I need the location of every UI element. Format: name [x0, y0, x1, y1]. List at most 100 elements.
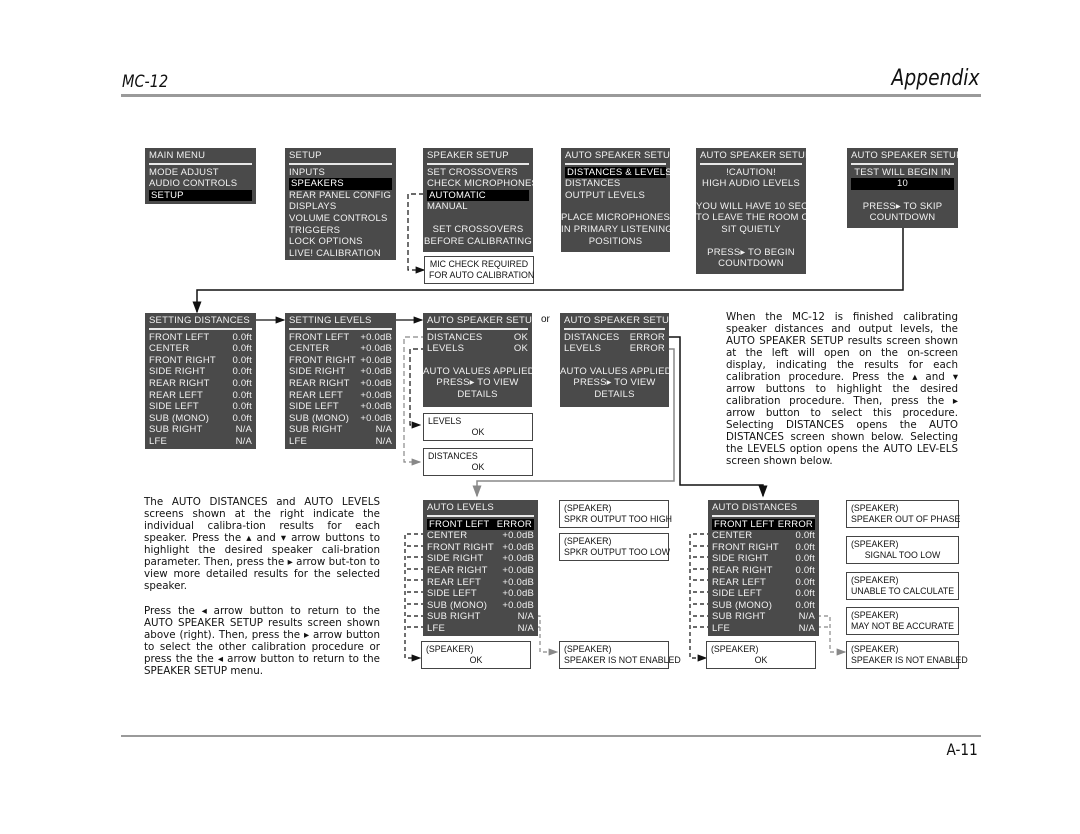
message-distances-speaker-ok: (SPEAKER) OK	[706, 641, 816, 669]
caution-line: HIGH AUDIO LEVELS	[702, 178, 800, 190]
speaker-row[interactable]: SUB RIGHT N/A	[285, 424, 396, 436]
menu-item-inputs[interactable]: INPUTS	[285, 167, 396, 179]
speaker-row[interactable]: SUB (MONO) +0.0dB	[285, 413, 396, 425]
result-row-levels[interactable]: LEVELS OK	[423, 343, 532, 355]
countdown-label: TEST WILL BEGIN IN	[854, 166, 951, 178]
title-rule	[289, 162, 392, 165]
result-value: ERROR	[629, 331, 665, 343]
speaker-row[interactable]: SIDE RIGHT +0.0dB	[285, 366, 396, 378]
speaker-name: REAR RIGHT	[149, 377, 210, 389]
menu-item-output-levels[interactable]: OUTPUT LEVELS	[561, 190, 670, 202]
result-row-levels[interactable]: LEVELS ERROR	[560, 343, 669, 355]
menu-item-rear-panel-config[interactable]: REAR PANEL CONFIG	[285, 190, 396, 202]
menu-item-mode-adjust[interactable]: MODE ADJUST	[145, 167, 256, 179]
menu-item-audio-controls[interactable]: AUDIO CONTROLS	[145, 178, 256, 190]
menu-item-triggers[interactable]: TRIGGERS	[285, 225, 396, 237]
speaker-name: FRONT LEFT	[429, 518, 490, 530]
speaker-row[interactable]: FRONT LEFT 0.0ft	[145, 332, 256, 344]
screen-auto-setup-select: AUTO SPEAKER SETUP DISTANCES & LEVELS DI…	[561, 148, 670, 252]
speaker-row[interactable]: SIDE RIGHT +0.0dB	[423, 553, 538, 565]
speaker-row[interactable]: REAR LEFT 0.0ft	[708, 577, 819, 589]
menu-item-automatic[interactable]: AUTOMATIC	[427, 189, 529, 202]
speaker-row[interactable]: FRONT LEFT +0.0dB	[285, 332, 396, 344]
speaker-value: +0.0dB	[360, 389, 392, 401]
result-name: LEVELS	[427, 343, 465, 355]
speaker-value: 0.0ft	[232, 354, 252, 366]
menu-item-displays[interactable]: DISPLAYS	[285, 201, 396, 213]
speaker-row[interactable]: SUB (MONO) 0.0ft	[145, 413, 256, 425]
speaker-row[interactable]: CENTER 0.0ft	[145, 343, 256, 355]
menu-item-volume-controls[interactable]: VOLUME CONTROLS	[285, 213, 396, 225]
speaker-value: 0.0ft	[232, 343, 252, 355]
speaker-rows: FRONT LEFT 0.0ft CENTER 0.0ft FRONT RIGHT 0.0…	[145, 332, 256, 448]
speaker-name: LFE	[149, 435, 168, 447]
speaker-row[interactable]: SIDE LEFT 0.0ft	[145, 401, 256, 413]
speaker-row[interactable]: SIDE LEFT 0.0ft	[708, 588, 819, 600]
speaker-row[interactable]: LFE N/A	[423, 623, 538, 635]
speaker-row[interactable]: REAR RIGHT +0.0dB	[423, 565, 538, 577]
speaker-row[interactable]: SUB (MONO) +0.0dB	[423, 600, 538, 612]
message-line: OK	[469, 655, 483, 665]
speaker-row[interactable]: FRONT LEFT ERROR	[712, 518, 815, 531]
screen-auto-levels: AUTO LEVELS FRONT LEFT ERROR CENTER +0.0dB F…	[423, 500, 538, 636]
message-line: SPEAKER OUT OF PHASE	[851, 514, 961, 524]
speaker-row[interactable]: CENTER +0.0dB	[285, 343, 396, 355]
result-row-distances[interactable]: DISTANCES OK	[423, 332, 532, 344]
speaker-row[interactable]: CENTER 0.0ft	[708, 530, 819, 542]
speaker-name: REAR LEFT	[712, 576, 767, 588]
speaker-name: FRONT LEFT	[714, 518, 775, 530]
speaker-row[interactable]: REAR RIGHT +0.0dB	[285, 378, 396, 390]
speaker-row[interactable]: LFE N/A	[285, 436, 396, 448]
menu-item-speakers[interactable]: SPEAKERS	[289, 178, 392, 190]
message-line: (SPEAKER)	[851, 539, 899, 549]
menu-item-lock-options[interactable]: LOCK OPTIONS	[285, 236, 396, 248]
result-name: DISTANCES	[427, 331, 483, 343]
screen-title: SPEAKER SETUP	[427, 150, 509, 161]
menu-item-setup[interactable]: SETUP	[149, 189, 252, 202]
speaker-row[interactable]: SUB RIGHT N/A	[708, 611, 819, 623]
speaker-row[interactable]: FRONT RIGHT +0.0dB	[423, 542, 538, 554]
speaker-row[interactable]: FRONT RIGHT +0.0dB	[285, 355, 396, 367]
speaker-row[interactable]: SIDE RIGHT 0.0ft	[708, 553, 819, 565]
menu-item-distances[interactable]: DISTANCES	[561, 178, 670, 190]
speaker-row[interactable]: REAR LEFT +0.0dB	[285, 390, 396, 402]
title-rule	[712, 514, 815, 517]
speaker-row[interactable]: FRONT RIGHT 0.0ft	[145, 355, 256, 367]
speaker-value: 0.0ft	[795, 530, 815, 542]
speaker-row[interactable]: SUB RIGHT N/A	[423, 611, 538, 623]
speaker-value: 0.0ft	[232, 412, 252, 424]
message-line: (SPEAKER)	[564, 503, 612, 513]
speaker-value: N/A	[235, 424, 252, 436]
speaker-row[interactable]: REAR LEFT +0.0dB	[423, 577, 538, 589]
speaker-value: 0.0ft	[232, 389, 252, 401]
menu-item-manual[interactable]: MANUAL	[423, 201, 533, 213]
speaker-name: SUB RIGHT	[712, 611, 766, 623]
speaker-row[interactable]: SUB (MONO) 0.0ft	[708, 600, 819, 612]
speaker-row[interactable]: FRONT RIGHT 0.0ft	[708, 542, 819, 554]
message-distances-not-enabled: (SPEAKER) SPEAKER IS NOT ENABLED	[846, 641, 968, 669]
title-rule	[851, 162, 954, 165]
speaker-row[interactable]: REAR RIGHT 0.0ft	[145, 378, 256, 390]
menu-item-distances-levels[interactable]: DISTANCES & LEVELS	[565, 166, 670, 179]
menu-item-set-crossovers[interactable]: SET CROSSOVERS	[423, 167, 533, 179]
message-not-accurate: (SPEAKER) MAY NOT BE ACCURATE	[846, 607, 959, 635]
speaker-row[interactable]: CENTER +0.0dB	[423, 530, 538, 542]
note-line: SET CROSSOVERS	[432, 223, 524, 235]
title-rule	[149, 327, 252, 330]
speaker-row[interactable]: SIDE RIGHT 0.0ft	[145, 366, 256, 378]
note-line: PLACE MICROPHONES	[561, 212, 670, 224]
speaker-row[interactable]: SIDE LEFT +0.0dB	[423, 588, 538, 600]
result-row-distances[interactable]: DISTANCES ERROR	[560, 332, 669, 344]
result-value: ERROR	[629, 343, 665, 355]
speaker-row[interactable]: FRONT LEFT ERROR	[427, 518, 534, 531]
screen-title: SETUP	[289, 150, 322, 161]
speaker-row[interactable]: REAR LEFT 0.0ft	[145, 390, 256, 402]
speaker-row[interactable]: SUB RIGHT N/A	[145, 424, 256, 436]
speaker-row[interactable]: REAR RIGHT 0.0ft	[708, 565, 819, 577]
speaker-row[interactable]: SIDE LEFT +0.0dB	[285, 401, 396, 413]
menu-item-check-microphones[interactable]: CHECK MICROPHONES	[423, 178, 533, 190]
speaker-row[interactable]: LFE N/A	[708, 623, 819, 635]
speaker-row[interactable]: LFE N/A	[145, 436, 256, 448]
menu-item-live-calibration[interactable]: LIVE! CALIBRATION	[285, 248, 396, 260]
